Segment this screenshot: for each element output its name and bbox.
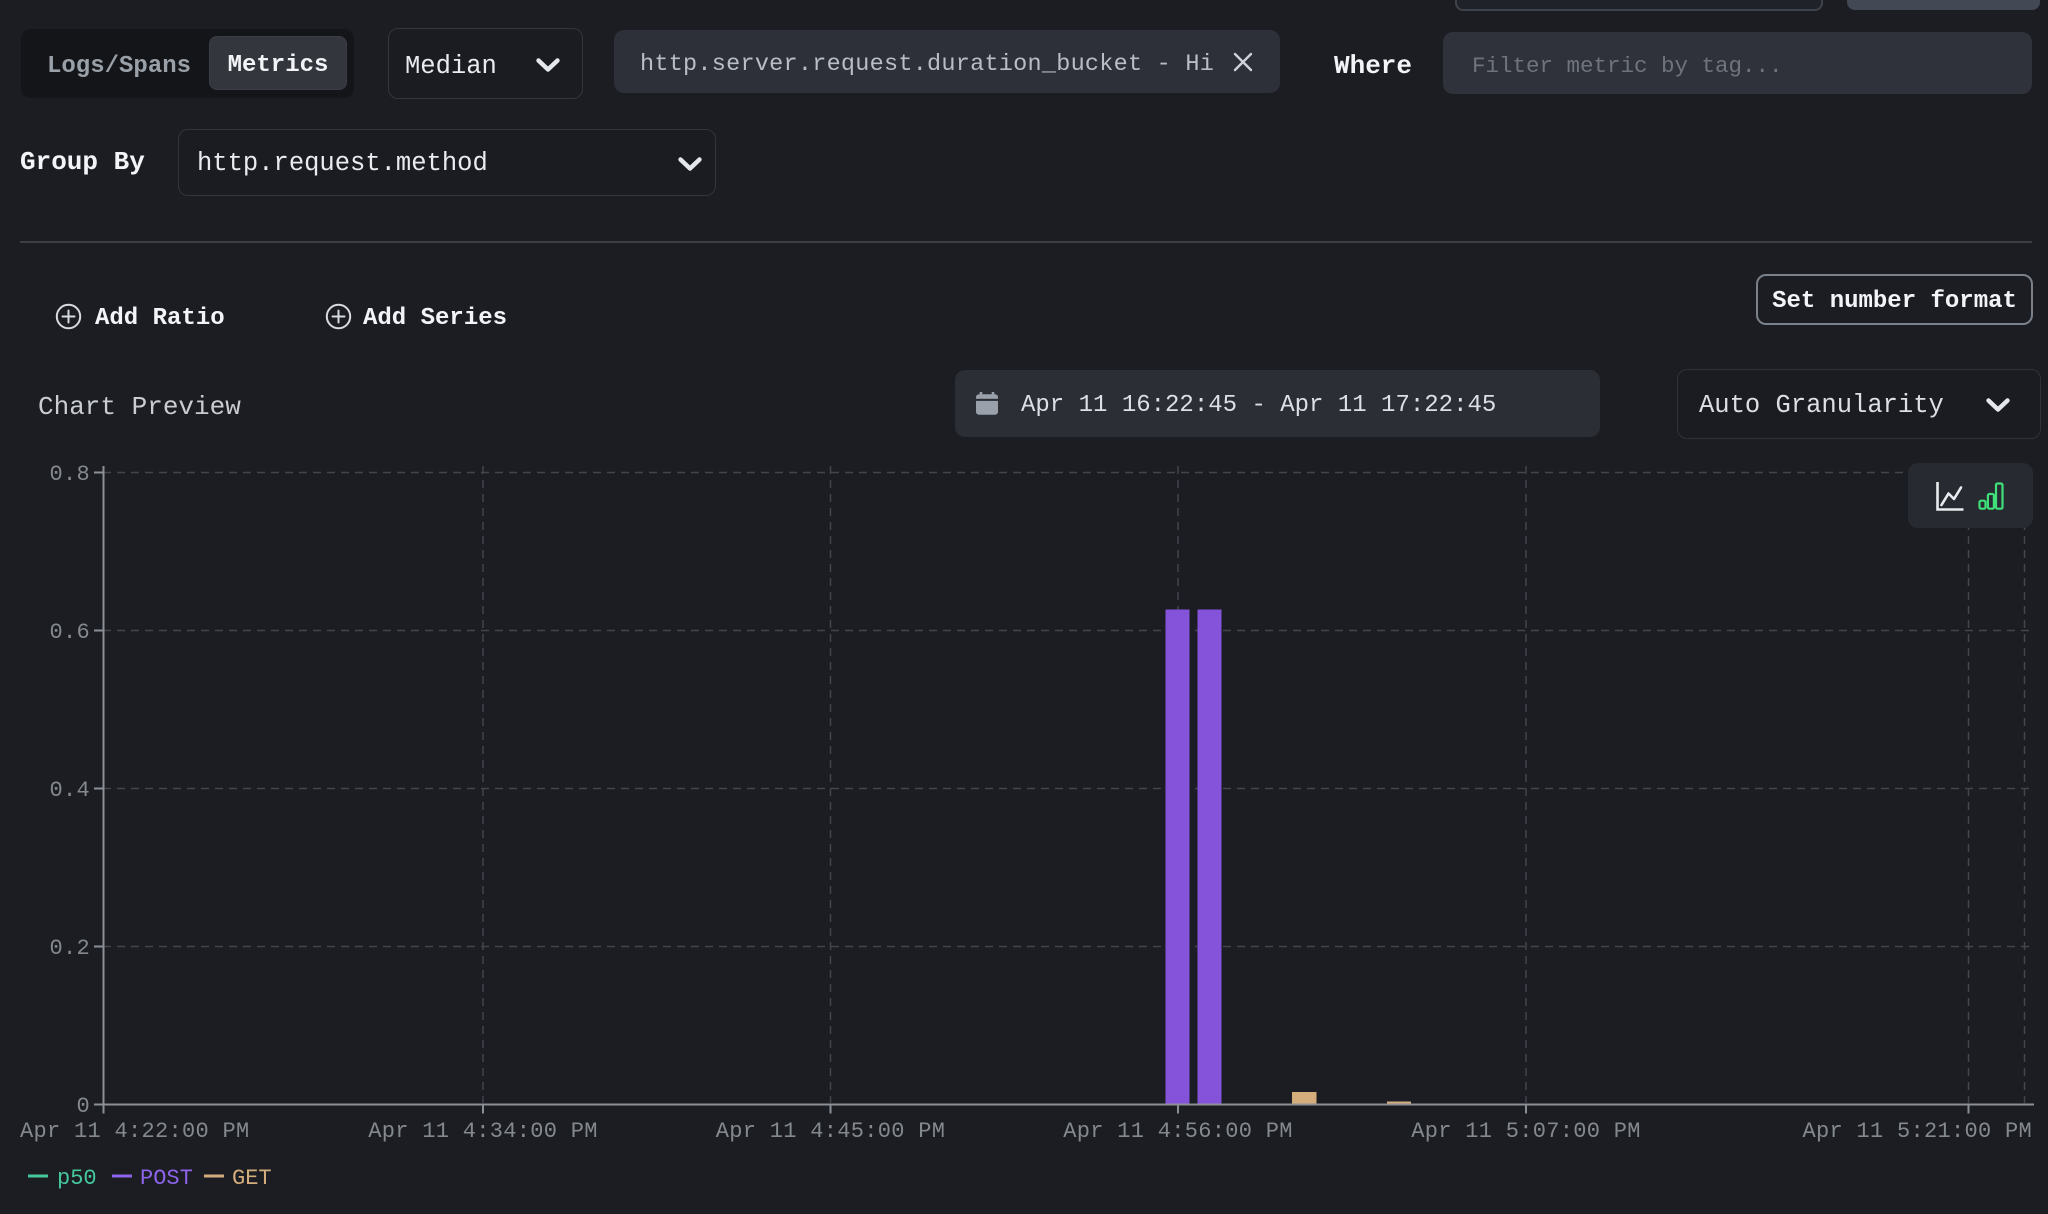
svg-text:0: 0 xyxy=(76,1094,90,1119)
svg-text:Apr 11 5:07:00 PM: Apr 11 5:07:00 PM xyxy=(1411,1119,1641,1144)
svg-text:Apr 11 4:45:00 PM: Apr 11 4:45:00 PM xyxy=(716,1119,946,1144)
svg-text:Apr 11 4:56:00 PM: Apr 11 4:56:00 PM xyxy=(1063,1119,1293,1144)
svg-text:0.2: 0.2 xyxy=(49,936,90,961)
svg-text:POST: POST xyxy=(140,1166,193,1191)
svg-text:0.6: 0.6 xyxy=(49,620,90,645)
svg-text:GET: GET xyxy=(232,1166,272,1191)
svg-text:0.8: 0.8 xyxy=(49,462,90,487)
svg-text:0.4: 0.4 xyxy=(49,778,90,803)
svg-text:Apr 11 4:22:00 PM: Apr 11 4:22:00 PM xyxy=(20,1119,250,1144)
svg-text:Apr 11 4:34:00 PM: Apr 11 4:34:00 PM xyxy=(368,1119,598,1144)
svg-text:p50: p50 xyxy=(57,1166,97,1191)
svg-text:Apr 11 5:21:00 PM: Apr 11 5:21:00 PM xyxy=(1802,1119,2032,1144)
